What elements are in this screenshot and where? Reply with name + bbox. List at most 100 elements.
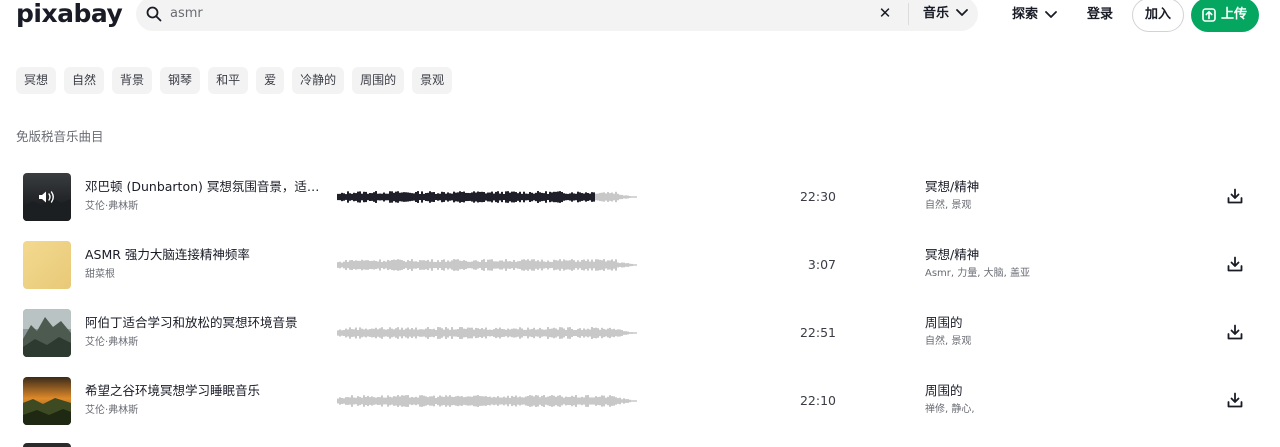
waveform[interactable] (337, 319, 639, 347)
waveform-bar (611, 329, 613, 337)
waveform-bar (385, 329, 387, 337)
track-title[interactable]: 阿伯丁适合学习和放松的冥想环境音景 (85, 314, 330, 331)
track-tags[interactable]: 自然, 景观 (925, 199, 971, 213)
waveform-bar (621, 399, 623, 403)
tag-chip[interactable]: 爱 (256, 67, 285, 94)
pixabay-logo[interactable]: pixabay (16, 0, 123, 28)
waveform-bar (483, 259, 485, 271)
track-title[interactable]: 邓巴顿 (Dunbarton) 冥想氛围音景，适合学... (85, 178, 330, 195)
waveform-bar (453, 259, 455, 271)
waveform-bar (381, 193, 383, 201)
waveform-bar (621, 194, 623, 200)
explore-menu[interactable]: 探索 (1012, 6, 1038, 23)
waveform-bar (399, 259, 401, 271)
chevron-down-icon[interactable] (956, 8, 968, 18)
waveform-bar (461, 327, 463, 339)
waveform-bar (569, 396, 571, 406)
waveform-bar (421, 395, 423, 407)
join-button[interactable]: 加入 (1132, 0, 1184, 32)
waveform-bar (577, 328, 579, 338)
tag-chip[interactable]: 周围的 (352, 67, 405, 94)
waveform-bar (367, 329, 369, 337)
track-genre[interactable]: 周围的 (925, 382, 963, 399)
media-type-select[interactable]: 音乐 (923, 5, 949, 22)
waveform[interactable] (337, 387, 639, 415)
waveform-bar (431, 192, 433, 202)
download-icon[interactable] (1227, 188, 1243, 204)
track-genre[interactable]: 周围的 (925, 314, 963, 331)
waveform-bar (453, 396, 455, 406)
waveform-bar (343, 398, 345, 404)
track-thumbnail[interactable] (23, 309, 71, 357)
waveform-bar (459, 396, 461, 406)
tag-chip[interactable]: 景观 (412, 67, 453, 94)
track-artist[interactable]: 艾伦·弗林斯 (85, 336, 138, 350)
waveform-bar (561, 327, 563, 339)
waveform-bar (493, 329, 495, 337)
waveform-bar (401, 327, 403, 339)
waveform-bar (541, 192, 543, 202)
track-tags[interactable]: 自然, 景观 (925, 335, 971, 349)
track-row[interactable]: 希望之谷环境冥想学习睡眠音乐 艾伦·弗林斯 22:10 周围的 禅修, 静心, (0, 377, 1280, 445)
waveform-bar (417, 329, 419, 337)
waveform-bar (371, 260, 373, 270)
track-title[interactable]: ASMR 强力大脑连接精神频率 (85, 246, 330, 263)
clear-search-icon[interactable]: ✕ (876, 4, 894, 22)
waveform-bar (523, 259, 525, 271)
waveform-bar (619, 397, 621, 405)
waveform-bar (353, 192, 355, 202)
waveform-bar (533, 259, 535, 271)
track-tags[interactable]: Asmr, 力量, 大脑, 盖亚 (925, 267, 1030, 281)
waveform-bar (379, 397, 381, 405)
track-row[interactable]: ASMR 强力大脑连接精神频率 甜菜根 3:07 冥想/精神 Asmr, 力量,… (0, 241, 1280, 309)
track-artist[interactable]: 艾伦·弗林斯 (85, 200, 138, 214)
search-divider (908, 3, 909, 25)
waveform-bar (543, 261, 545, 269)
track-artist[interactable]: 甜菜根 (85, 268, 115, 282)
waveform-bar (551, 395, 553, 407)
track-thumbnail[interactable] (23, 443, 71, 447)
search-icon (146, 6, 162, 22)
waveform-bar (611, 259, 613, 271)
track-tags[interactable]: 禅修, 静心, (925, 403, 975, 417)
tag-chip[interactable]: 背景 (112, 67, 153, 94)
tag-chip[interactable]: 自然 (64, 67, 105, 94)
chevron-down-icon[interactable] (1045, 10, 1057, 20)
waveform-bar (417, 191, 419, 203)
waveform-bar (337, 398, 339, 404)
tag-chip[interactable]: 钢琴 (160, 67, 201, 94)
tag-chip[interactable]: 冷静的 (292, 67, 345, 94)
waveform-bar (435, 329, 437, 337)
waveform-bar (521, 259, 523, 271)
upload-button[interactable]: 上传 (1191, 0, 1259, 32)
track-genre[interactable]: 冥想/精神 (925, 246, 979, 263)
track-thumbnail[interactable] (23, 241, 71, 289)
waveform-bar (495, 261, 497, 269)
track-genre[interactable]: 冥想/精神 (925, 178, 979, 195)
tag-chip[interactable]: 和平 (208, 67, 249, 94)
track-row[interactable]: 邓巴顿 (Dunbarton) 冥想氛围音景，适合学... 艾伦·弗林斯 22:… (0, 173, 1280, 241)
search-input[interactable]: asmr (170, 6, 203, 22)
waveform-bar (575, 261, 577, 269)
waveform-bar (547, 260, 549, 270)
download-icon[interactable] (1227, 392, 1243, 408)
download-icon[interactable] (1227, 256, 1243, 272)
login-link[interactable]: 登录 (1087, 6, 1113, 23)
track-thumbnail[interactable] (23, 173, 71, 221)
waveform-bar (487, 397, 489, 405)
waveform-bar (443, 192, 445, 202)
track-title[interactable]: 希望之谷环境冥想学习睡眠音乐 (85, 382, 330, 399)
waveform-bar (601, 260, 603, 270)
track-row[interactable]: 阿伯丁适合学习和放松的冥想环境音景 艾伦·弗林斯 22:51 周围的 自然, 景… (0, 309, 1280, 377)
track-artist[interactable]: 艾伦·弗林斯 (85, 404, 138, 418)
track-thumbnail[interactable] (23, 377, 71, 425)
tag-chip[interactable]: 冥想 (16, 67, 57, 94)
waveform-bar (365, 396, 367, 406)
waveform-bar (481, 396, 483, 406)
waveform-bar (379, 259, 381, 271)
waveform-bar (461, 396, 463, 406)
download-icon[interactable] (1227, 324, 1243, 340)
waveform[interactable] (337, 183, 639, 211)
search-bar[interactable]: asmr ✕ 音乐 (136, 0, 978, 31)
waveform[interactable] (337, 251, 639, 279)
